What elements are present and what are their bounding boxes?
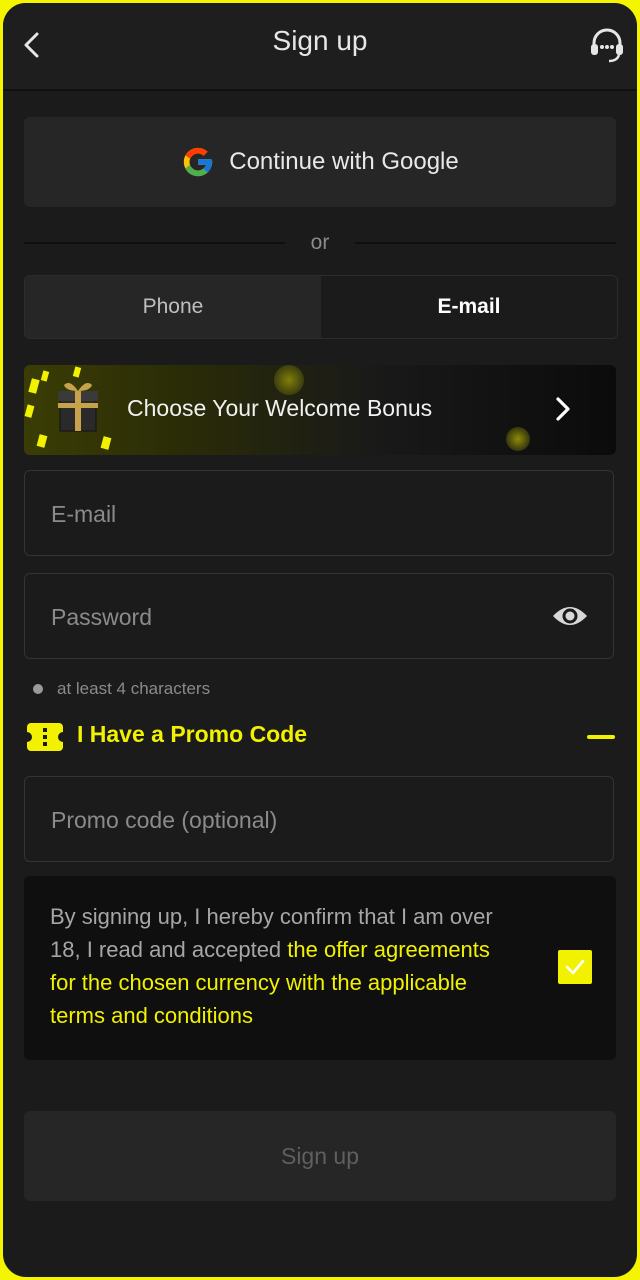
tab-phone[interactable]: Phone (25, 276, 321, 338)
terms-checkbox[interactable] (558, 950, 592, 984)
promo-code-input[interactable] (49, 777, 533, 863)
terms-agreement-box: By signing up, I hereby confirm that I a… (24, 876, 616, 1060)
promo-code-field (24, 776, 614, 863)
continue-with-google-label: Continue with Google (229, 148, 459, 175)
welcome-bonus-banner[interactable]: Choose Your Welcome Bonus (24, 365, 616, 455)
page-title: Sign up (272, 25, 368, 56)
tab-email[interactable]: E-mail (321, 276, 617, 338)
eye-icon[interactable] (551, 600, 589, 632)
glow-dot (274, 365, 304, 395)
promo-code-toggle[interactable]: I Have a Promo Code (27, 719, 615, 755)
gift-box-icon (24, 366, 112, 450)
bullet-dot (33, 684, 43, 694)
continue-with-google-button[interactable]: Continue with Google (24, 117, 616, 207)
chevron-right-icon (556, 397, 570, 421)
password-field (24, 573, 614, 660)
or-divider: or (24, 225, 616, 261)
top-bar: Sign up (3, 3, 637, 91)
email-input[interactable] (49, 471, 533, 557)
divider-text: or (310, 231, 330, 254)
password-hint-text: at least 4 characters (57, 679, 211, 698)
sign-up-button[interactable]: Sign up (24, 1111, 616, 1201)
password-input[interactable] (49, 574, 533, 660)
signup-method-tabs: Phone E-mail (24, 275, 618, 339)
collapse-minus-icon[interactable] (587, 735, 615, 739)
terms-text: By signing up, I hereby confirm that I a… (50, 900, 520, 1032)
promo-code-label: I Have a Promo Code (77, 721, 308, 747)
divider-line-left (24, 242, 285, 244)
divider-line-right (355, 242, 616, 244)
email-field (24, 470, 614, 557)
password-hint: at least 4 characters (33, 679, 210, 699)
google-g-icon (184, 147, 213, 177)
welcome-bonus-label: Choose Your Welcome Bonus (127, 395, 433, 421)
glow-dot (506, 427, 530, 451)
checkmark-icon (565, 959, 585, 975)
headset-icon[interactable] (587, 25, 627, 65)
app-frame: Sign up Continue with Google or Phone E-… (0, 0, 640, 1280)
ticket-icon (27, 723, 63, 751)
